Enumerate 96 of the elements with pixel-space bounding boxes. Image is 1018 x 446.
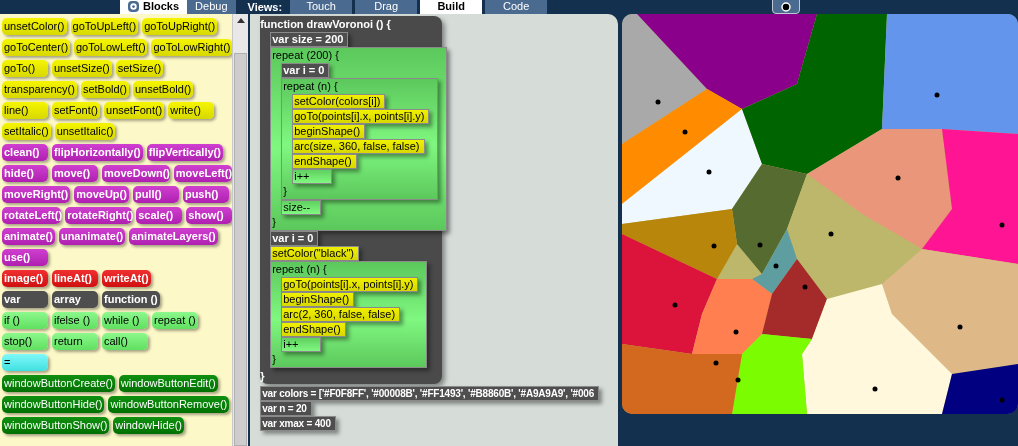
call-block[interactable]: setColor("black")	[270, 246, 359, 261]
block-button[interactable]: array	[52, 291, 98, 308]
step-block[interactable]: i++	[292, 169, 333, 184]
block-button[interactable]: animate()	[2, 228, 55, 245]
block-button[interactable]: unsetColor()	[2, 18, 67, 35]
block-button[interactable]: moveLeft()	[173, 165, 233, 182]
block-button[interactable]: setFont()	[52, 102, 100, 119]
block-button[interactable]: goToUpRight()	[142, 18, 218, 35]
block-button[interactable]: windowButtonCreate()	[2, 375, 115, 392]
block-button[interactable]: animateLayers()	[129, 228, 218, 245]
block-button[interactable]: goToLowLeft()	[74, 39, 148, 56]
block-button[interactable]: windowButtonShow()	[2, 417, 110, 434]
block-button[interactable]: pull()	[132, 186, 179, 203]
block-button[interactable]: write()	[168, 102, 215, 119]
block-button[interactable]: moveUp()	[74, 186, 129, 203]
var-block[interactable]: var colors = ['#F0F8FF', '#00008B', '#FF1493', '#B8860B', '#A9A9A9', '#006	[260, 386, 599, 401]
block-button[interactable]: unanimate()	[58, 228, 126, 245]
block-button[interactable]: setBold()	[80, 81, 129, 98]
call-block[interactable]: endShape()	[292, 154, 357, 169]
block-button[interactable]: moveRight()	[2, 186, 71, 203]
var-block[interactable]: var n = 20	[260, 401, 312, 416]
block-button[interactable]: hide()	[2, 165, 48, 182]
var-block[interactable]: var i = 0	[270, 231, 319, 246]
camera-button[interactable]	[772, 0, 801, 14]
repeat-block[interactable]: repeat (n) { goTo(points[i].x, points[i].y) beginShape() arc(2, 360, false, false) endShape() i++ }	[270, 261, 428, 368]
block-button[interactable]: setItalic()	[2, 123, 51, 140]
block-button[interactable]: ifelse ()	[52, 312, 98, 329]
block-button[interactable]: unsetSize()	[52, 60, 112, 77]
view-tab[interactable]: Build	[420, 0, 483, 14]
call-block[interactable]: arc(size, 360, false, false)	[292, 139, 425, 154]
call-block[interactable]: goTo(points[i].x, points[i].y)	[281, 277, 419, 292]
panel-tab[interactable]: Blocks	[120, 0, 188, 14]
scrollbar-thumb[interactable]	[234, 53, 248, 446]
block-button[interactable]: return	[52, 333, 98, 350]
block-button[interactable]: scale()	[136, 207, 183, 224]
block-button[interactable]: windowButtonHide()	[2, 396, 105, 413]
view-tab[interactable]: Drag	[355, 0, 418, 14]
var-block[interactable]: var xmax = 400	[260, 416, 336, 431]
block-button[interactable]: setSize()	[115, 60, 164, 77]
block-button[interactable]: flipVertically()	[146, 144, 223, 161]
repeat-header: repeat (n) {	[271, 262, 328, 277]
circle-icon	[781, 1, 792, 12]
var-block[interactable]: var i = 0	[281, 63, 330, 78]
block-button[interactable]: var	[2, 291, 48, 308]
repeat-header: repeat (200) {	[271, 48, 340, 63]
function-header: function drawVoronoi () {	[260, 17, 392, 32]
block-button[interactable]: image()	[2, 270, 48, 287]
call-block[interactable]: beginShape()	[292, 124, 366, 139]
block-button[interactable]: line()	[2, 102, 48, 119]
panel-tab[interactable]: Debug	[187, 0, 236, 14]
step-block[interactable]: size--	[281, 200, 322, 215]
block-button[interactable]: =	[2, 354, 48, 371]
block-button[interactable]: windowHide()	[113, 417, 184, 434]
view-tab[interactable]: Touch	[290, 0, 353, 14]
scroll-up-icon	[236, 18, 245, 23]
block-button[interactable]: stop()	[2, 333, 48, 350]
repeat-header: repeat (n) {	[282, 79, 339, 94]
closing-brace: }	[260, 369, 265, 384]
block-button[interactable]: windowButtonEdit()	[118, 375, 218, 392]
repeat-block[interactable]: repeat (200) { var i = 0 repeat (n) { setColor(colors[i]) goTo(points[i].x, points[i].y) beginShape() arc(size, 360, false, false) endShape() i++ } size-- }	[270, 47, 448, 231]
closing-brace: }	[271, 215, 277, 230]
call-block[interactable]: arc(2, 360, false, false)	[281, 307, 401, 322]
call-block[interactable]: setColor(colors[i])	[292, 94, 386, 109]
block-button[interactable]: if ()	[2, 312, 48, 329]
var-block[interactable]: var size = 200	[270, 32, 349, 47]
block-button[interactable]: windowButtonRemove()	[108, 396, 230, 413]
block-button[interactable]: function ()	[102, 291, 160, 308]
block-button[interactable]: repeat ()	[152, 312, 198, 329]
view-tab[interactable]: Code	[485, 0, 548, 14]
block-button[interactable]: goTo()	[2, 60, 48, 77]
block-button[interactable]: unsetItalic()	[54, 123, 116, 140]
block-button[interactable]: lineAt()	[52, 270, 98, 287]
step-block[interactable]: i++	[281, 337, 322, 352]
block-button[interactable]: flipHorizontally()	[52, 144, 143, 161]
closing-brace: }	[282, 184, 288, 199]
block-button[interactable]: move()	[52, 165, 98, 182]
call-block[interactable]: endShape()	[281, 322, 346, 337]
block-button[interactable]: writeAt()	[102, 270, 151, 287]
block-button[interactable]: unsetBold()	[132, 81, 194, 98]
block-button[interactable]: while ()	[102, 312, 148, 329]
block-button[interactable]: transparency()	[2, 81, 77, 98]
block-button[interactable]: use()	[2, 249, 48, 266]
call-block[interactable]: beginShape()	[281, 292, 355, 307]
closing-brace: }	[271, 352, 277, 367]
block-button[interactable]: show()	[186, 207, 233, 224]
block-button[interactable]: goToUpLeft()	[70, 18, 139, 35]
block-button[interactable]: clean()	[2, 144, 48, 161]
block-button[interactable]: goToLowRight()	[151, 39, 233, 56]
call-block[interactable]: goTo(points[i].x, points[i].y)	[292, 109, 430, 124]
block-button[interactable]: goToCenter()	[2, 39, 70, 56]
block-button[interactable]: unsetFont()	[104, 102, 165, 119]
views-label: Views:	[247, 1, 283, 14]
block-button[interactable]: push()	[182, 186, 229, 203]
block-button[interactable]: moveDown()	[102, 165, 170, 182]
scrollbar[interactable]	[232, 14, 249, 446]
block-button[interactable]: call()	[102, 333, 148, 350]
